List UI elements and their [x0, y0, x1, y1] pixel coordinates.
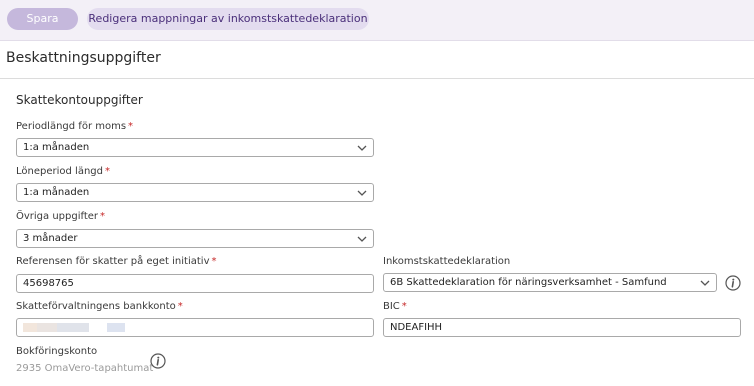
- bic-label-text: BIC: [383, 301, 400, 312]
- required-mark: *: [100, 211, 106, 222]
- income-tax-declaration-select[interactable]: 6B Skattedeklaration för näringsverksamh…: [383, 273, 717, 292]
- own-tax-reference-input[interactable]: 45698765: [16, 274, 374, 293]
- own-tax-reference-label: Referensen för skatter på eget initiativ…: [16, 256, 217, 267]
- chevron-down-icon: [700, 280, 710, 286]
- section-title: Skattekontouppgifter: [16, 93, 143, 107]
- income-tax-declaration-value: 6B Skattedeklaration för näringsverksamh…: [390, 277, 667, 288]
- divider: [0, 78, 754, 79]
- vat-period-select[interactable]: 1:a månaden: [16, 138, 374, 157]
- payroll-period-value: 1:a månaden: [23, 187, 90, 198]
- redacted-block: [107, 323, 125, 332]
- chevron-down-icon: [357, 236, 367, 242]
- vat-period-label: Periodlängd för moms *: [16, 121, 133, 132]
- bookkeeping-account-value: 2935 OmaVero-tapahtumat: [16, 363, 154, 374]
- save-button[interactable]: Spara: [7, 8, 78, 30]
- other-info-value: 3 månader: [23, 233, 78, 244]
- redacted-block: [57, 323, 89, 332]
- tax-bank-account-label: Skatteförvaltningens bankkonto *: [16, 301, 183, 312]
- required-mark: *: [177, 301, 183, 312]
- page-title: Beskattningsuppgifter: [6, 50, 161, 66]
- tax-bank-account-label-text: Skatteförvaltningens bankkonto: [16, 301, 176, 312]
- chevron-down-icon: [357, 190, 367, 196]
- required-mark: *: [104, 166, 110, 177]
- own-tax-reference-label-text: Referensen för skatter på eget initiativ: [16, 256, 210, 267]
- info-icon[interactable]: [150, 353, 166, 369]
- bic-label: BIC *: [383, 301, 407, 312]
- vat-period-label-text: Periodlängd för moms: [16, 121, 127, 132]
- redacted-block: [23, 323, 37, 332]
- tax-bank-account-input[interactable]: [16, 318, 374, 337]
- required-mark: *: [211, 256, 217, 267]
- redacted-block: [37, 323, 57, 332]
- vat-period-value: 1:a månaden: [23, 142, 90, 153]
- edit-mappings-button[interactable]: Redigera mappningar av inkomstskattedekl…: [87, 8, 369, 30]
- payroll-period-label-text: Löneperiod längd: [16, 166, 103, 177]
- income-tax-declaration-label: Inkomstskattedeklaration: [383, 256, 511, 267]
- chevron-down-icon: [357, 145, 367, 151]
- payroll-period-select[interactable]: 1:a månaden: [16, 183, 374, 202]
- bic-input[interactable]: NDEAFIHH: [383, 318, 741, 337]
- other-info-select[interactable]: 3 månader: [16, 229, 374, 248]
- bookkeeping-account-label: Bokföringskonto: [16, 346, 98, 357]
- other-info-label-text: Övriga uppgifter: [16, 211, 99, 222]
- required-mark: *: [128, 121, 134, 132]
- info-icon[interactable]: [725, 275, 741, 291]
- payroll-period-label: Löneperiod längd *: [16, 166, 110, 177]
- toolbar: Spara Redigera mappningar av inkomstskat…: [0, 0, 754, 41]
- required-mark: *: [401, 301, 407, 312]
- bic-value: NDEAFIHH: [390, 322, 443, 333]
- own-tax-reference-value: 45698765: [23, 278, 74, 289]
- other-info-label: Övriga uppgifter *: [16, 211, 105, 222]
